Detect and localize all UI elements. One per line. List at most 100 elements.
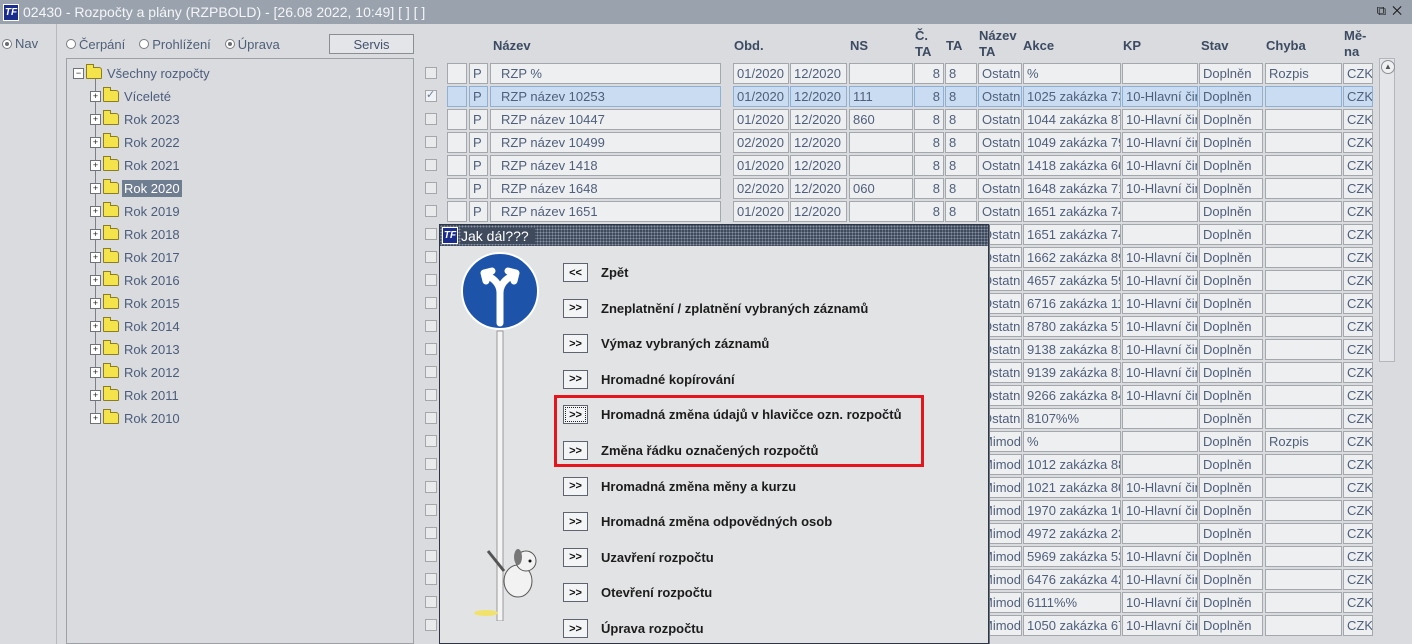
col-header-cta[interactable]: Č. TA [915,28,935,66]
cell-stav[interactable]: Doplněn [1199,385,1263,406]
cell-stav[interactable]: Doplněn [1199,132,1263,153]
cell-blank[interactable] [447,178,467,199]
cell-kp[interactable] [1122,408,1198,429]
cell-stav[interactable]: Doplněn [1199,546,1263,567]
cell-stav[interactable]: Doplněn [1199,109,1263,130]
cell-akce[interactable]: 1021 zakázka 80 [1023,477,1121,498]
cell-od[interactable]: 01/2020 [733,201,789,222]
cell-akce[interactable]: 1970 zakázka 16 [1023,500,1121,521]
cell-kp[interactable] [1122,454,1198,475]
cell-blank[interactable] [447,155,467,176]
cell-nta[interactable]: Ostatn [978,63,1022,84]
cell-kp[interactable]: 10-Hlavní čin [1122,500,1198,521]
tree-item[interactable]: + Rok 2016 [90,270,182,290]
cell-chyba[interactable] [1265,546,1342,567]
cell-do[interactable]: 12/2020 [790,155,847,176]
cell-nta[interactable]: Ostatn [978,86,1022,107]
cell-mena[interactable]: CZK [1343,247,1373,268]
collapse-icon[interactable]: − [73,67,84,79]
cell-akce[interactable]: 1050 zakázka 67 [1023,615,1121,636]
cell-nazev[interactable]: RZP % [490,63,721,84]
row-checkbox[interactable] [425,297,437,309]
go-button[interactable]: >> [563,334,588,354]
cell-kp[interactable] [1122,63,1198,84]
cell-chyba[interactable] [1265,362,1342,383]
cell-ns[interactable]: 860 [849,109,913,130]
cell-stav[interactable]: Doplněn [1199,362,1263,383]
expand-icon[interactable]: + [90,412,101,424]
cell-mena[interactable]: CZK [1343,132,1373,153]
expand-icon[interactable]: + [90,297,101,309]
tree-item[interactable]: + Rok 2015 [90,293,182,313]
cell-mena[interactable]: CZK [1343,546,1373,567]
cell-akce[interactable]: 6476 zakázka 42 [1023,569,1121,590]
cell-akce[interactable]: 1662 zakázka 89 [1023,247,1121,268]
cell-chyba[interactable] [1265,316,1342,337]
cell-stav[interactable]: Doplněn [1199,155,1263,176]
cell-blank[interactable] [447,86,467,107]
cell-type[interactable]: P [469,86,488,107]
cell-akce[interactable]: % [1023,431,1121,452]
row-checkbox[interactable] [425,527,437,539]
expand-icon[interactable]: + [90,205,101,217]
cell-chyba[interactable] [1265,385,1342,406]
cell-chyba[interactable] [1265,201,1342,222]
cell-type[interactable]: P [469,201,488,222]
scroll-up-icon[interactable]: ▲ [1381,60,1395,74]
cell-chyba[interactable] [1265,615,1342,636]
table-row[interactable]: PRZP název 1025301/202012/202011188Ostat… [415,85,1375,108]
cell-ta[interactable]: 8 [945,63,977,84]
cell-chyba[interactable] [1265,477,1342,498]
row-checkbox[interactable] [425,67,437,79]
cell-mena[interactable]: CZK [1343,615,1373,636]
cell-stav[interactable]: Doplněn [1199,316,1263,337]
cell-blank[interactable] [447,201,467,222]
cell-chyba[interactable] [1265,86,1342,107]
cell-kp[interactable]: 10-Hlavní čin [1122,569,1198,590]
row-checkbox[interactable] [425,136,437,148]
cell-type[interactable]: P [469,155,488,176]
cell-blank[interactable] [447,63,467,84]
cell-do[interactable]: 12/2020 [790,86,847,107]
cell-kp[interactable]: 10-Hlavní čin [1122,178,1198,199]
table-row[interactable]: P RZP název 1418 01/2020 12/2020 8 8 Ostatn 141… [415,154,1375,177]
tree-item[interactable]: + Rok 2020 [90,178,182,198]
tree-item[interactable]: + Rok 2013 [90,339,182,359]
cell-stav[interactable]: Doplněn [1199,523,1263,544]
cell-od[interactable]: 02/2020 [733,132,789,153]
cell-akce[interactable]: 4657 zakázka 59 [1023,270,1121,291]
tree-item[interactable]: + Rok 2010 [90,408,182,428]
go-button[interactable]: >> [563,476,588,496]
cell-ta[interactable]: 8 [945,86,977,107]
cell-do[interactable]: 12/2020 [790,178,847,199]
cell-chyba[interactable] [1265,523,1342,544]
tree-root[interactable]: − Všechny rozpočty [73,63,212,83]
cell-ns[interactable]: 060 [849,178,913,199]
cell-chyba[interactable] [1265,247,1342,268]
tree-item[interactable]: + Rok 2019 [90,201,182,221]
row-checkbox[interactable] [425,228,437,240]
cell-kp[interactable] [1122,201,1198,222]
cell-kp[interactable]: 10-Hlavní čin [1122,293,1198,314]
cell-mena[interactable]: CZK [1343,408,1373,429]
cell-chyba[interactable] [1265,339,1342,360]
cell-stav[interactable]: Doplněn [1199,178,1263,199]
cell-nazev[interactable]: RZP název 10447 [490,109,721,130]
cell-chyba[interactable] [1265,592,1342,613]
cell-akce[interactable]: 1049 zakázka 79 [1023,132,1121,153]
cell-nazev[interactable]: RZP název 10253 [490,86,721,107]
cell-cta[interactable]: 8 [914,178,944,199]
cell-mena[interactable]: CZK [1343,362,1373,383]
cell-mena[interactable]: CZK [1343,454,1373,475]
cell-kp[interactable]: 10-Hlavní čin [1122,615,1198,636]
cell-akce[interactable]: 1651 zakázka 74 [1023,224,1121,245]
row-checkbox[interactable] [425,205,437,217]
cell-nazev[interactable]: RZP název 1418 [490,155,721,176]
cell-nta[interactable]: Ostatn [978,155,1022,176]
expand-icon[interactable]: + [90,182,101,194]
expand-icon[interactable]: + [90,228,101,240]
expand-icon[interactable]: + [90,366,101,378]
go-button[interactable]: >> [563,512,588,532]
row-checkbox[interactable] [425,88,437,102]
cell-mena[interactable]: CZK [1343,477,1373,498]
